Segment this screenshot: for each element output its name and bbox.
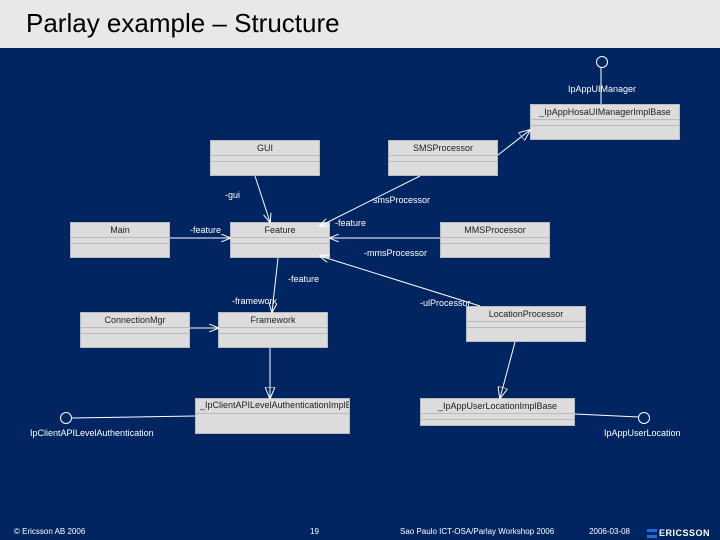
class-title: _IpClientAPILevelAuthenticationImplBase (196, 399, 349, 414)
diagram-connectors (0, 0, 720, 540)
class-title: LocationProcessor (467, 307, 585, 322)
role-ulprocessor: -ulProcessor (420, 298, 471, 308)
class-title: _IpAppHosaUIManagerImplBase (531, 105, 679, 120)
interface-ipappuimanager-icon (596, 56, 608, 68)
class-title: ConnectionMgr (81, 313, 189, 328)
footer: © Ericsson AB 2006 19 Sao Paulo ICT-OSA/… (0, 522, 720, 540)
class-title: MMSProcessor (441, 223, 549, 238)
class-connectionmgr: ConnectionMgr (80, 312, 190, 348)
class-title: _IpAppUserLocationImplBase (421, 399, 574, 414)
page-title: Parlay example – Structure (20, 6, 702, 48)
interface-ipclient-auth-icon (60, 412, 72, 424)
class-smsprocessor: SMSProcessor (388, 140, 498, 176)
footer-date: 2006-03-08 (589, 527, 630, 536)
role-mmsprocessor: -mmsProcessor (364, 248, 427, 258)
role-feature-right: -feature (335, 218, 366, 228)
class-title: GUI (211, 141, 319, 156)
label-ipappuserlocation: IpAppUserLocation (604, 428, 681, 438)
role-smsprocessor: -smsProcessor (370, 195, 430, 205)
class-ipapphosauimanagerimplbase: _IpAppHosaUIManagerImplBase (530, 104, 680, 140)
footer-copyright: © Ericsson AB 2006 (14, 527, 85, 536)
label-ipappuimanager: IpAppUIManager (568, 84, 636, 94)
label-ipclient-auth: IpClientAPILevelAuthentication (30, 428, 110, 438)
ericsson-logo: ERICSSON (647, 528, 710, 538)
class-mmsprocessor: MMSProcessor (440, 222, 550, 258)
class-ipappuserlocationimplbase: _IpAppUserLocationImplBase (420, 398, 575, 426)
class-title: Main (71, 223, 169, 238)
footer-page: 19 (310, 527, 319, 536)
class-feature: Feature (230, 222, 330, 258)
class-title: SMSProcessor (389, 141, 497, 156)
class-locationprocessor: LocationProcessor (466, 306, 586, 342)
role-feature-left: -feature (190, 225, 221, 235)
class-title: Framework (219, 313, 327, 328)
class-gui: GUI (210, 140, 320, 176)
class-framework: Framework (218, 312, 328, 348)
interface-ipappuserlocation-icon (638, 412, 650, 424)
class-title: Feature (231, 223, 329, 238)
footer-venue: Sao Paulo ICT-OSA/Parlay Workshop 2006 (400, 527, 554, 536)
role-feature-down: -feature (288, 274, 319, 284)
role-framework: -framework (232, 296, 277, 306)
class-ipclientauthimplbase: _IpClientAPILevelAuthenticationImplBase (195, 398, 350, 434)
class-main: Main (70, 222, 170, 258)
role-gui: -gui (225, 190, 240, 200)
